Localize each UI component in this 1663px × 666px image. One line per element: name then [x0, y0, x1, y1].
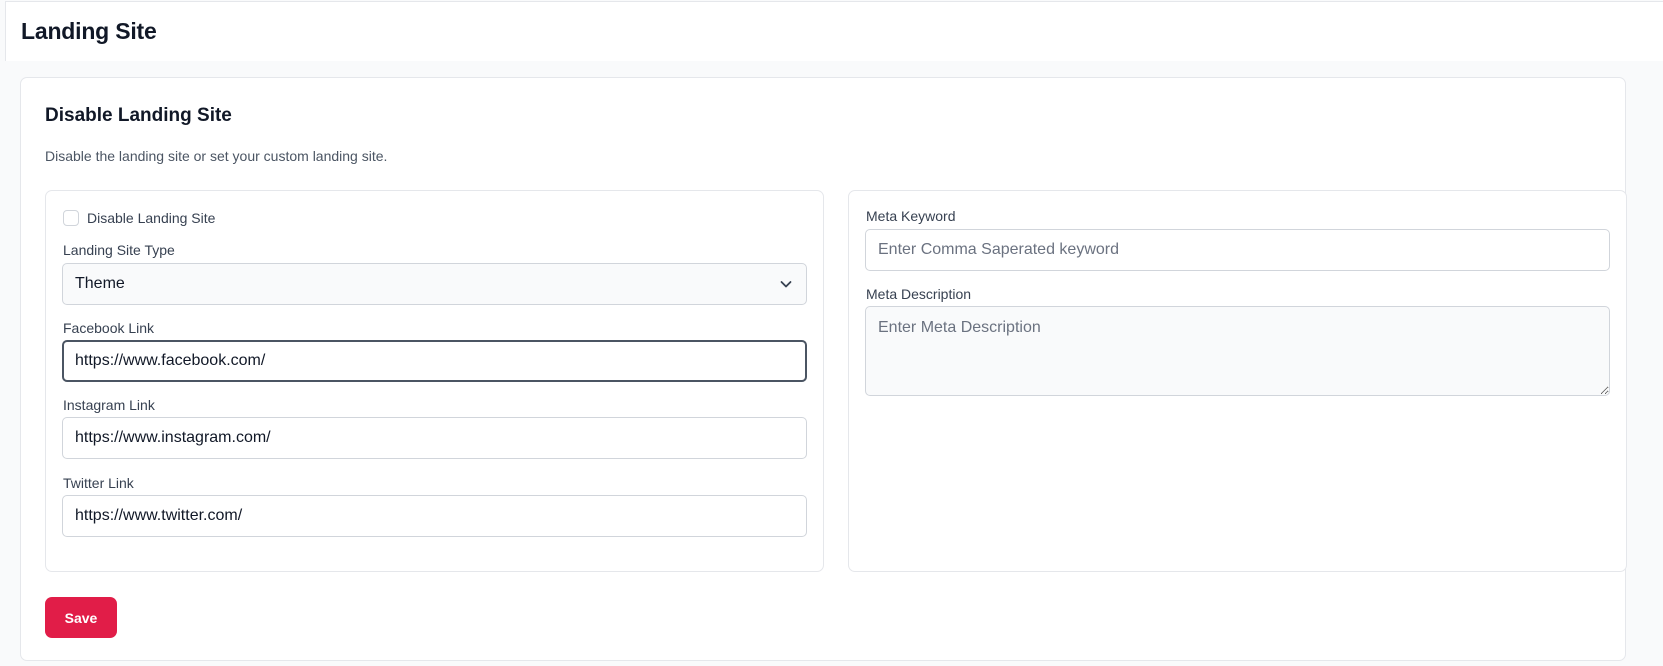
page-title: Landing Site: [21, 18, 157, 44]
landing-site-type-label: Landing Site Type: [63, 242, 175, 258]
save-button[interactable]: Save: [45, 597, 117, 638]
meta-keyword-label: Meta Keyword: [866, 208, 956, 224]
facebook-link-input[interactable]: [62, 340, 807, 382]
landing-site-type-value: Theme: [75, 275, 125, 292]
disable-landing-site-label: Disable Landing Site: [87, 210, 216, 226]
disable-landing-site-row[interactable]: Disable Landing Site: [63, 209, 215, 227]
landing-site-type-select[interactable]: Theme: [62, 263, 807, 305]
meta-panel: Meta Keyword Meta Description: [848, 190, 1627, 572]
card-title: Disable Landing Site: [45, 105, 232, 126]
meta-keyword-input[interactable]: [865, 229, 1610, 271]
meta-description-label: Meta Description: [866, 286, 972, 302]
card-description: Disable the landing site or set your cus…: [45, 148, 388, 164]
instagram-link-input[interactable]: [62, 417, 807, 459]
chevron-down-icon: [778, 276, 794, 292]
instagram-link-label: Instagram Link: [63, 397, 155, 413]
disable-landing-site-checkbox[interactable]: [63, 210, 79, 226]
landing-site-card: Disable Landing Site Disable the landing…: [20, 77, 1627, 661]
twitter-link-input[interactable]: [62, 495, 807, 537]
page-header: Landing Site: [5, 1, 1663, 61]
twitter-link-label: Twitter Link: [63, 475, 134, 491]
links-panel: Disable Landing Site Landing Site Type T…: [45, 190, 824, 572]
meta-description-textarea[interactable]: [865, 306, 1610, 396]
facebook-link-label: Facebook Link: [63, 320, 155, 336]
